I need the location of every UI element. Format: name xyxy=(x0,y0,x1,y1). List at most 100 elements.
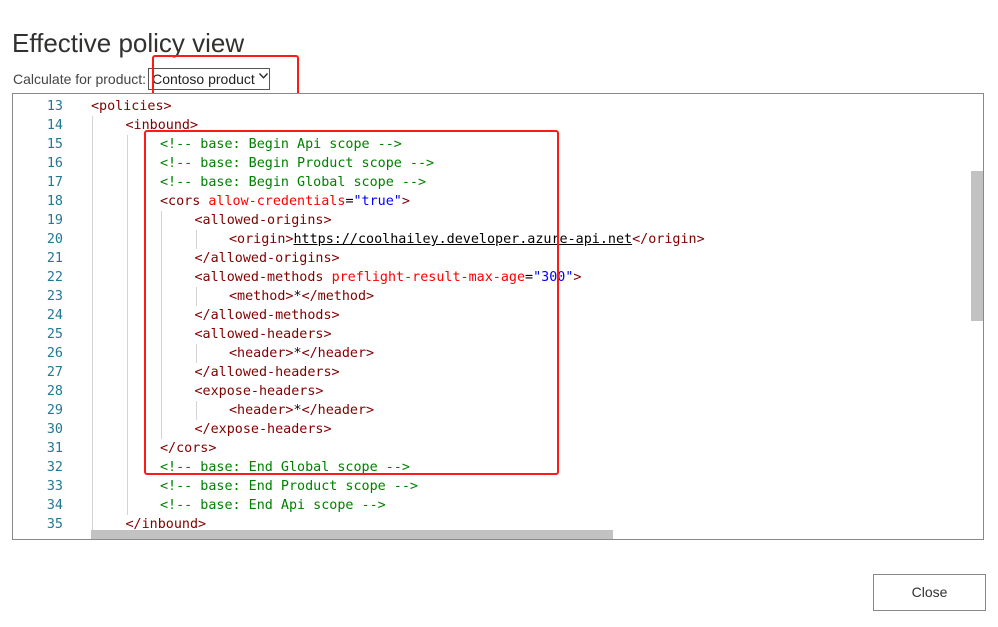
page-title: Effective policy view xyxy=(12,28,245,58)
indent-guide xyxy=(126,439,128,458)
code-line: 26 <header>*</header> xyxy=(13,344,973,363)
code-token: <allowed-headers> xyxy=(194,327,332,342)
indent-guide xyxy=(126,268,128,287)
line-number: 24 xyxy=(46,308,63,323)
code-text: </allowed-headers> xyxy=(195,363,340,382)
line-number: 31 xyxy=(46,441,63,456)
code-line: 28 <expose-headers> xyxy=(13,382,973,401)
origin-url[interactable]: https://coolhailey.developer.azure-api.n… xyxy=(294,232,633,247)
code-text: <policies> xyxy=(91,97,172,116)
indent-guide xyxy=(161,211,162,230)
indent-guide xyxy=(161,306,162,325)
product-select-value: Contoso product xyxy=(152,71,255,88)
vertical-scrollbar-track xyxy=(969,94,983,539)
code-line: 32 <!-- base: End Global scope --> xyxy=(13,458,973,477)
indent-guide xyxy=(126,363,128,382)
code-token: </allowed-headers> xyxy=(194,365,340,380)
code-token: </allowed-origins> xyxy=(194,251,340,266)
indent-guide xyxy=(126,230,128,249)
line-number: 34 xyxy=(46,498,63,513)
code-token: > xyxy=(401,194,410,209)
code-line: 13 <policies> xyxy=(13,97,973,116)
indent-guide xyxy=(126,458,128,477)
indent-guide xyxy=(126,154,128,173)
line-number: 26 xyxy=(46,346,63,361)
code-text: <header>*</header> xyxy=(229,401,374,420)
code-token: <policies> xyxy=(91,99,172,114)
code-line: 17 <!-- base: Begin Global scope --> xyxy=(13,173,973,192)
line-number: 20 xyxy=(46,232,63,247)
indent-guide xyxy=(126,325,128,344)
policy-code-editor[interactable]: 13 <policies> 14 <inbound> 15 <!-- base: Begi… xyxy=(12,93,984,540)
indent-guide xyxy=(92,116,93,135)
indent-guide xyxy=(92,458,93,477)
code-token: <header> xyxy=(229,346,294,361)
code-line: 19 <allowed-origins> xyxy=(13,211,973,230)
indent-guide xyxy=(92,363,93,382)
code-line: 34 <!-- base: End Api scope --> xyxy=(13,496,973,515)
indent-guide xyxy=(161,230,162,249)
indent-guide xyxy=(92,496,93,515)
code-line: 27 </allowed-headers> xyxy=(13,363,973,382)
indent-guide xyxy=(195,230,197,249)
code-token: </cors> xyxy=(160,441,217,456)
line-number: 21 xyxy=(46,251,63,266)
code-line: 29 <header>*</header> xyxy=(13,401,973,420)
line-number: 23 xyxy=(46,289,63,304)
code-token: <!-- base: Begin Api scope --> xyxy=(160,137,402,152)
code-text: <!-- base: Begin Product scope --> xyxy=(160,154,434,173)
line-number: 32 xyxy=(46,460,63,475)
indent-guide xyxy=(92,420,93,439)
code-line: 15 <!-- base: Begin Api scope --> xyxy=(13,135,973,154)
code-text: </allowed-methods> xyxy=(195,306,340,325)
code-text: <allowed-headers> xyxy=(195,325,332,344)
indent-guide xyxy=(126,249,128,268)
indent-guide xyxy=(92,477,93,496)
code-text: <!-- base: End Api scope --> xyxy=(160,496,386,515)
calculate-for-product-row: Calculate for product: Contoso product xyxy=(13,67,270,91)
line-number: 28 xyxy=(46,384,63,399)
indent-guide xyxy=(161,325,162,344)
line-number: 29 xyxy=(46,403,63,418)
code-text: <allowed-origins> xyxy=(195,211,332,230)
code-line: 16 <!-- base: Begin Product scope --> xyxy=(13,154,973,173)
line-number: 19 xyxy=(46,213,63,228)
horizontal-scrollbar[interactable] xyxy=(91,530,613,539)
indent-guide xyxy=(126,306,128,325)
line-number: 18 xyxy=(46,194,63,209)
code-token: = xyxy=(345,194,354,209)
code-line: 21 </allowed-origins> xyxy=(13,249,973,268)
code-text: <origin>https://coolhailey.developer.azu… xyxy=(229,230,705,249)
indent-guide xyxy=(195,287,197,306)
code-token: <inbound> xyxy=(125,118,199,133)
indent-guide xyxy=(161,420,162,439)
close-button[interactable]: Close xyxy=(873,574,986,611)
code-token: <!-- base: End Api scope --> xyxy=(160,498,386,513)
vertical-scrollbar[interactable] xyxy=(971,171,983,321)
code-text: <allowed-methods preflight-result-max-ag… xyxy=(195,268,582,287)
code-token: <allowed-origins> xyxy=(194,213,332,228)
indent-guide xyxy=(92,211,93,230)
indent-guide xyxy=(126,420,128,439)
indent-guide xyxy=(161,401,162,420)
indent-guide xyxy=(126,211,128,230)
code-token: > xyxy=(573,270,582,285)
line-number: 22 xyxy=(46,270,63,285)
code-token: </origin> xyxy=(632,232,705,247)
code-token: <!-- base: End Product scope --> xyxy=(160,479,418,494)
indent-guide xyxy=(92,325,93,344)
code-text: <method>*</method> xyxy=(229,287,374,306)
code-token: </allowed-methods> xyxy=(194,308,340,323)
indent-guide xyxy=(195,401,197,420)
code-text: <!-- base: Begin Api scope --> xyxy=(160,135,402,154)
product-select[interactable]: Contoso product xyxy=(148,68,270,91)
code-text: <!-- base: End Global scope --> xyxy=(160,458,410,477)
code-token: <origin> xyxy=(229,232,294,247)
indent-guide xyxy=(126,192,128,211)
indent-guide xyxy=(92,192,93,211)
code-text: <inbound> xyxy=(126,116,199,135)
code-line: 23 <method>*</method> xyxy=(13,287,973,306)
code-line: 25 <allowed-headers> xyxy=(13,325,973,344)
indent-guide xyxy=(161,249,162,268)
code-token: "true" xyxy=(353,194,402,209)
